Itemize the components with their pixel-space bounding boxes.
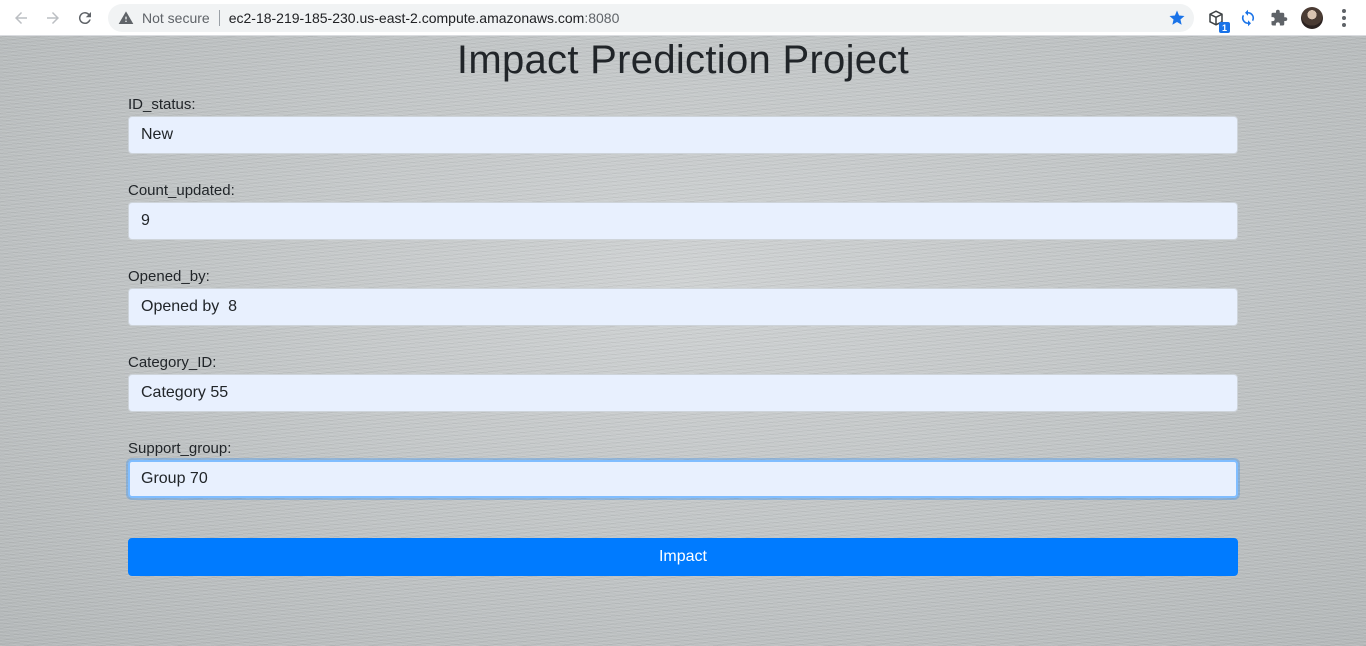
url-text[interactable]: ec2-18-219-185-230.us-east-2.compute.ama… xyxy=(229,10,620,26)
id-status-label: ID_status: xyxy=(128,96,196,113)
menu-dots-icon[interactable] xyxy=(1334,6,1354,30)
address-bar[interactable]: Not secure ec2-18-219-185-230.us-east-2.… xyxy=(108,4,1194,32)
forward-arrow-icon[interactable] xyxy=(37,2,69,34)
opened-by-label: Opened_by: xyxy=(128,268,210,285)
opened-by-input[interactable] xyxy=(128,288,1238,326)
page-title: Impact Prediction Project xyxy=(456,38,910,82)
back-arrow-icon[interactable] xyxy=(5,2,37,34)
category-id-input[interactable] xyxy=(128,374,1238,412)
url-host: ec2-18-219-185-230.us-east-2.compute.ama… xyxy=(228,10,585,26)
id-status-input[interactable] xyxy=(128,116,1238,154)
avatar[interactable] xyxy=(1301,7,1323,29)
url-port: :8080 xyxy=(584,10,620,26)
extension-badge: 1 xyxy=(1219,22,1230,33)
security-status[interactable]: Not secure xyxy=(142,10,210,26)
warning-icon xyxy=(118,10,134,26)
extension-icon[interactable]: 1 xyxy=(1204,6,1230,33)
puzzle-icon[interactable] xyxy=(1267,6,1291,30)
star-icon[interactable] xyxy=(1168,9,1186,27)
reload-icon[interactable] xyxy=(69,2,101,34)
count-updated-input[interactable] xyxy=(128,202,1238,240)
count-updated-label: Count_updated: xyxy=(128,182,235,199)
sync-icon[interactable] xyxy=(1236,6,1260,30)
category-id-label: Category_ID: xyxy=(128,354,217,371)
omnibox-divider xyxy=(218,10,220,26)
browser-toolbar: Not secure ec2-18-219-185-230.us-east-2.… xyxy=(0,0,1366,36)
support-group-label: Support_group: xyxy=(128,440,232,457)
support-group-input[interactable] xyxy=(128,460,1238,498)
impact-button[interactable]: Impact xyxy=(128,538,1238,576)
page-body: Impact Prediction Project ID_status: Cou… xyxy=(0,36,1366,646)
